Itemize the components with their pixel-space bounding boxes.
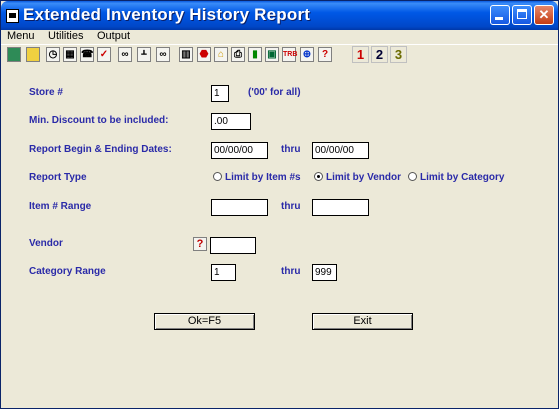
menu-item-utilities[interactable]: Utilities xyxy=(48,30,83,42)
calendar-icon[interactable]: ▦ xyxy=(63,47,77,62)
phone-icon[interactable]: ☎ xyxy=(80,47,94,62)
maximize-icon xyxy=(517,9,527,19)
vendor-lookup-button[interactable]: ? xyxy=(193,237,207,251)
exit-button[interactable]: Exit xyxy=(312,313,413,330)
store-label: Store # xyxy=(29,87,63,98)
radio-limit-by-vendor[interactable] xyxy=(314,172,323,181)
menu-item-menu[interactable]: Menu xyxy=(7,30,35,42)
ok-button[interactable]: Ok=F5 xyxy=(154,313,255,330)
chart-icon[interactable]: ▮ xyxy=(248,47,262,62)
window-title: Extended Inventory History Report xyxy=(23,5,311,24)
maximize-button[interactable] xyxy=(512,5,532,25)
minimize-icon xyxy=(495,17,503,20)
clock-icon[interactable]: ◷ xyxy=(46,47,60,62)
report-form: Store # 1 ('00' for all) Min. Discount t… xyxy=(1,65,558,408)
item-to-input[interactable] xyxy=(312,199,369,216)
vendor-label: Vendor xyxy=(29,238,63,249)
help-circle-icon[interactable]: ⊕ xyxy=(300,47,314,62)
category-from-input[interactable]: 1 xyxy=(211,264,236,281)
menu-item-output[interactable]: Output xyxy=(97,30,130,42)
printer-icon[interactable]: ⎙ xyxy=(231,47,245,62)
report-window: Extended Inventory History Report ✕ Menu… xyxy=(0,0,559,409)
app-icon[interactable] xyxy=(6,9,19,23)
barcode-icon[interactable]: ▥ xyxy=(179,47,193,62)
glasses-icon[interactable]: ∞ xyxy=(156,47,170,62)
min-discount-label: Min. Discount to be included: xyxy=(29,115,169,126)
number-3-button[interactable]: 3 xyxy=(390,46,407,63)
title-bar[interactable]: Extended Inventory History Report ✕ xyxy=(1,1,558,30)
number-2-button[interactable]: 2 xyxy=(371,46,388,63)
item-from-input[interactable] xyxy=(211,199,268,216)
category-thru-label: thru xyxy=(281,266,301,277)
min-discount-input[interactable]: .00 xyxy=(211,113,251,130)
category-to-input[interactable]: 999 xyxy=(312,264,337,281)
dates-label: Report Begin & Ending Dates: xyxy=(29,144,172,155)
calculator-icon[interactable] xyxy=(7,47,21,62)
close-button[interactable]: ✕ xyxy=(534,5,554,25)
toolbar: ◷ ▦ ☎ ✓ ∞ ᚆ ∞ ▥ ⬣ ⌂ ⎙ ▮ ▣ TRB ⊕ ? 1 2 3 xyxy=(1,44,558,66)
radio-limit-by-category-label: Limit by Category xyxy=(420,172,505,183)
report-type-label: Report Type xyxy=(29,172,87,183)
radio-limit-by-item-label: Limit by Item #s xyxy=(225,172,301,183)
screen-icon[interactable]: ▣ xyxy=(265,47,279,62)
end-date-input[interactable]: 00/00/00 xyxy=(312,142,369,159)
begin-date-input[interactable]: 00/00/00 xyxy=(211,142,268,159)
vendor-input[interactable] xyxy=(210,237,256,254)
org-chart-icon[interactable]: ᚆ xyxy=(137,47,151,62)
radio-limit-by-vendor-label: Limit by Vendor xyxy=(326,172,402,183)
close-icon: ✕ xyxy=(538,7,550,22)
item-range-label: Item # Range xyxy=(29,201,92,212)
minimize-button[interactable] xyxy=(490,5,510,25)
item-thru-label: thru xyxy=(281,201,301,212)
number-1-button[interactable]: 1 xyxy=(352,46,369,63)
radio-limit-by-item[interactable] xyxy=(213,172,222,181)
notepad-icon[interactable] xyxy=(26,47,40,62)
stop-icon[interactable]: ⬣ xyxy=(197,47,211,62)
question-icon[interactable]: ? xyxy=(318,47,332,62)
store-hint: ('00' for all) xyxy=(248,87,301,98)
store-input[interactable]: 1 xyxy=(211,85,229,102)
category-range-label: Category Range xyxy=(29,266,106,277)
lock-icon[interactable]: ⌂ xyxy=(214,47,228,62)
menu-bar: Menu Utilities Output xyxy=(1,30,558,44)
radio-limit-by-category[interactable] xyxy=(408,172,417,181)
trb-icon[interactable]: TRB xyxy=(282,47,297,62)
spellcheck-icon[interactable]: ✓ xyxy=(97,47,111,62)
dates-thru-label: thru xyxy=(281,144,301,155)
binoculars-icon[interactable]: ∞ xyxy=(118,47,132,62)
